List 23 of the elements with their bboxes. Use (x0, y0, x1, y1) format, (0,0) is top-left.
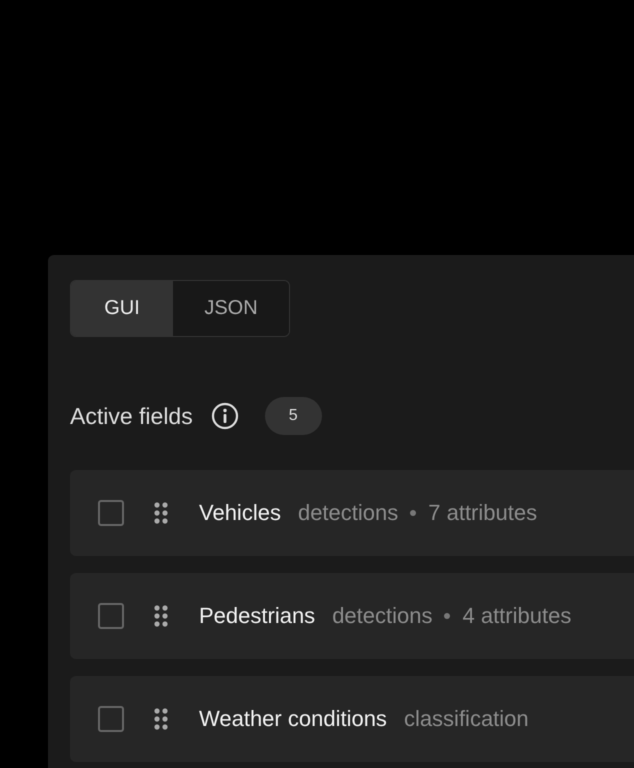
info-icon[interactable] (210, 402, 239, 430)
checkbox[interactable] (98, 706, 124, 732)
separator-dot (410, 510, 416, 516)
checkbox[interactable] (98, 603, 124, 629)
checkbox[interactable] (98, 500, 124, 526)
drag-handle-icon[interactable] (154, 605, 168, 627)
field-name: Pedestrians (199, 603, 316, 629)
attribute-count: 7 attributes (428, 500, 538, 526)
field-type: detections (298, 500, 398, 526)
field-row[interactable]: Vehicles detections 7 attributes (70, 470, 634, 556)
field-type: classification (404, 706, 529, 732)
field-row[interactable]: Pedestrians detections 4 attributes (70, 573, 634, 659)
field-name: Weather conditions (199, 706, 387, 732)
field-name: Vehicles (199, 500, 281, 526)
drag-handle-icon[interactable] (154, 502, 168, 524)
field-type: detections (332, 603, 432, 629)
separator-dot (444, 613, 450, 619)
section-title: Active fields (70, 402, 193, 430)
count-badge: 5 (264, 397, 322, 435)
attribute-count: 4 attributes (462, 603, 572, 629)
field-row[interactable]: Weather conditions classification (70, 676, 634, 762)
view-tab[interactable]: GUI (71, 281, 173, 336)
drag-handle-icon[interactable] (154, 708, 168, 730)
